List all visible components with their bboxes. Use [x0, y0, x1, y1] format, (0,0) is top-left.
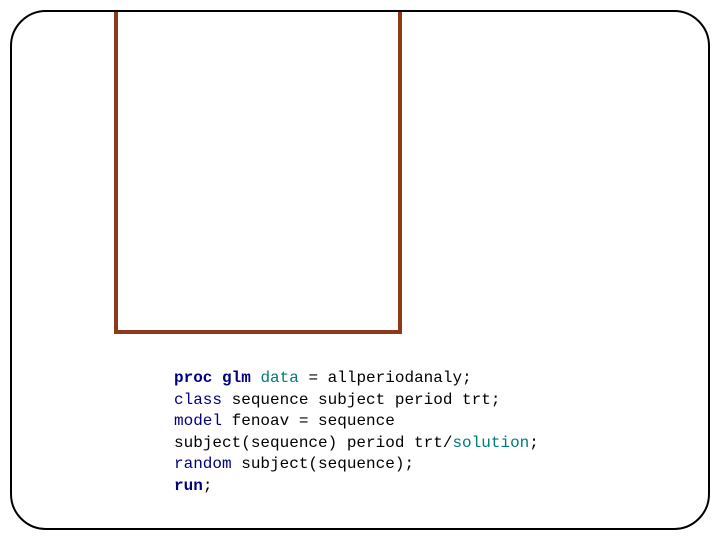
code-text: subject(sequence); — [232, 455, 414, 473]
kw-model: model — [174, 412, 222, 430]
kw-solution: solution — [452, 434, 529, 452]
code-text: sequence subject period trt; — [222, 391, 500, 409]
code-text: ; — [529, 434, 539, 452]
sas-code-block: proc glm data = allperiodanaly; class se… — [174, 368, 654, 498]
code-text: ; — [203, 477, 213, 495]
kw-class: class — [174, 391, 222, 409]
code-text: fenoav = sequence — [222, 412, 395, 430]
slide-frame: proc glm data = allperiodanaly; class se… — [10, 10, 710, 530]
code-text: = allperiodanaly; — [299, 369, 472, 387]
kw-data: data — [260, 369, 298, 387]
kw-random: random — [174, 455, 232, 473]
code-text: subject(sequence) period trt/ — [174, 434, 452, 452]
kw-run: run — [174, 477, 203, 495]
highlight-box — [114, 12, 402, 334]
kw-glm: glm — [222, 369, 251, 387]
kw-proc: proc — [174, 369, 212, 387]
